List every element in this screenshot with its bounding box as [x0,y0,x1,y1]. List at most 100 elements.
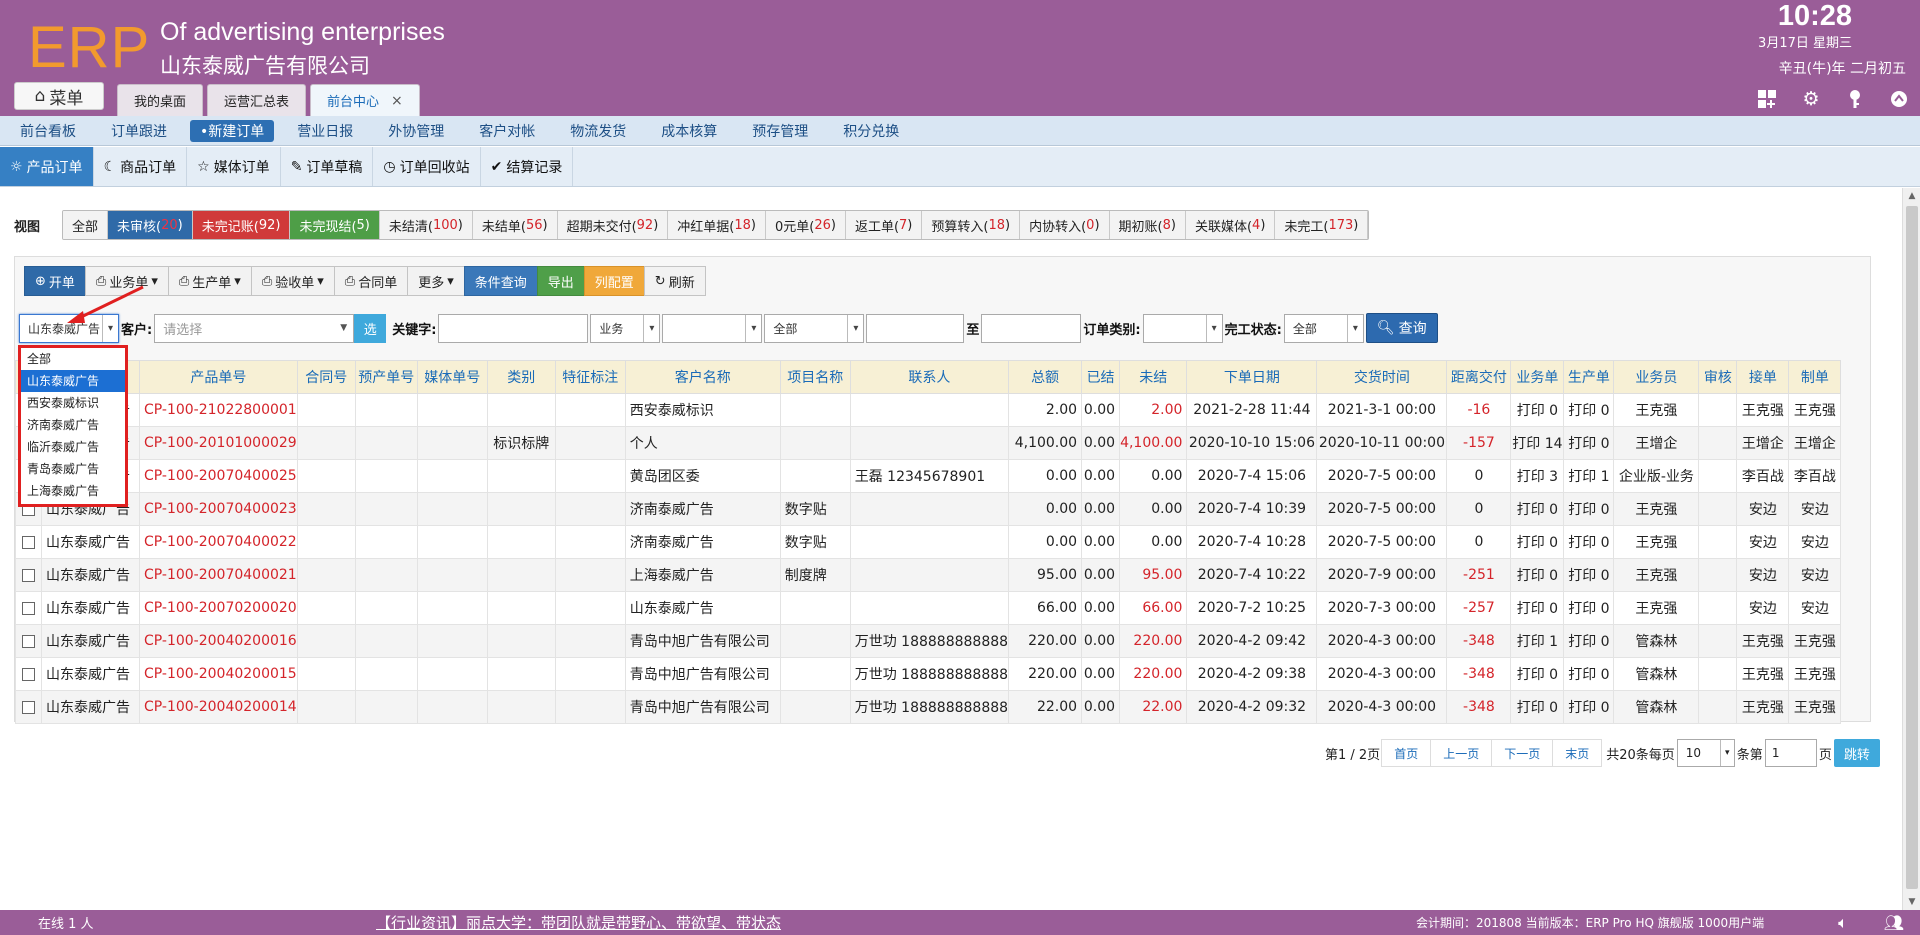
more-button[interactable]: 更多 ▾ [407,266,465,296]
col-media-no[interactable]: 媒体单号 [416,360,488,394]
users-icon[interactable]: 👥︎ [1884,913,1904,933]
table-row[interactable]: 山东泰威广告 CP-100-20070200020 山东泰威广告 66.00 0.00 6… [15,591,1842,625]
first-page-button[interactable]: 首页 [1381,739,1432,767]
scroll-down-icon[interactable]: ▼ [1903,894,1920,910]
row-checkbox[interactable] [22,568,35,582]
nav-prepaid[interactable]: 预存管理 [740,120,820,142]
col-order-date[interactable]: 下单日期 [1186,360,1318,394]
export-button[interactable]: 导出 [536,266,585,296]
speaker-icon[interactable]: 🔈︎ [1838,913,1848,933]
filter-opening[interactable]: 期初账(8) [1109,211,1186,239]
production-doc-button[interactable]: ⎙ 生产单 ▾ [167,266,252,296]
col-contract-no[interactable]: 合同号 [296,360,356,394]
customer-select[interactable]: 请选择 ▼ [154,313,355,343]
dropdown-option[interactable]: 青岛泰威广告 [21,458,125,480]
page-number-input[interactable]: 1 [1764,739,1817,767]
per-page-select[interactable]: 10 ▾ [1676,739,1735,767]
row-product-no[interactable]: CP-100-20070400021 [139,558,298,592]
subnav-recycle-bin[interactable]: ◷ 订单回收站 [373,147,481,186]
filter-incomplete[interactable]: 未完工(173) [1275,211,1369,239]
range-select[interactable]: 全部 ▾ [764,313,865,343]
next-page-button[interactable]: 下一页 [1491,739,1554,767]
filter-unclosed[interactable]: 未结单(56) [472,211,558,239]
row-product-no[interactable]: CP-100-21022800001 [139,393,298,427]
col-production-doc[interactable]: 生产单 [1563,360,1615,394]
row-product-no[interactable]: CP-100-20040200014 [139,690,298,724]
row-product-no[interactable]: CP-100-20070400025 [139,459,298,493]
nav-cost[interactable]: 成本核算 [649,120,729,142]
acceptance-doc-button[interactable]: ⎙ 验收单 ▾ [250,266,335,296]
prev-page-button[interactable]: 上一页 [1430,739,1493,767]
query-button[interactable]: 🔍︎ 查询 [1365,313,1438,343]
nav-new-order[interactable]: •新建订单 [190,119,275,142]
collapse-up-icon[interactable] [1888,88,1910,110]
row-checkbox[interactable] [22,535,35,549]
news-link[interactable]: 【行业资讯】丽点大学：带团队就是带野心、带欲望、带状态 [376,912,781,933]
range-from-input[interactable] [866,313,965,343]
subnav-media-orders[interactable]: ☆ 媒体订单 [187,147,281,186]
col-delivery-date[interactable]: 交货时间 [1316,360,1448,394]
col-paid[interactable]: 已结 [1081,360,1121,394]
row-checkbox[interactable] [22,667,35,681]
nav-daily-report[interactable]: 营业日报 [285,120,365,142]
condition-query-button[interactable]: 条件查询 [463,266,538,296]
col-unpaid[interactable]: 未结 [1119,360,1188,394]
nav-outsourcing[interactable]: 外协管理 [376,120,456,142]
order-type-select[interactable]: ▾ [1142,313,1223,343]
grid-icon[interactable] [1756,88,1778,110]
row-checkbox[interactable] [22,634,35,648]
filter-linked-media[interactable]: 关联媒体(4) [1185,211,1276,239]
nav-dashboard[interactable]: 前台看板 [8,120,88,142]
col-distance[interactable]: 距离交付 [1446,360,1512,394]
type-select[interactable]: 业务 ▾ [590,313,661,343]
table-row[interactable]: 山东泰威广告CP-100-20070400025黄岛团区委王磊 12345678… [15,459,1842,493]
subnav-goods-orders[interactable]: ☾ 商品订单 [94,147,188,186]
tab-ops-summary[interactable]: 运营汇总表 [207,84,307,116]
filter-rework[interactable]: 返工单(7) [845,211,923,239]
col-maker[interactable]: 制单 [1788,360,1842,394]
last-page-button[interactable]: 末页 [1552,739,1603,767]
col-audit[interactable]: 审核 [1698,360,1738,394]
filter-uncashed[interactable]: 未完现结(5) [290,211,380,239]
table-row[interactable]: 山东泰威广告CP-100-21022800001西安泰威标识2.000.002.… [15,393,1842,427]
col-business-doc[interactable]: 业务单 [1510,360,1565,394]
table-row[interactable]: 山东泰威广告 CP-100-20040200015 青岛中旭广告有限公司 万世功 18… [15,657,1842,691]
row-product-no[interactable]: CP-100-20040200015 [139,657,298,691]
filter-unaudited[interactable]: 未审核(20) [108,211,193,239]
col-salesperson[interactable]: 业务员 [1613,360,1700,394]
row-product-no[interactable]: CP-100-20070400023 [139,492,298,526]
key-icon[interactable] [1844,88,1866,110]
column-config-button[interactable]: 列配置 [583,266,645,296]
dropdown-option[interactable]: 上海泰威广告 [21,480,125,502]
dropdown-option[interactable]: 济南泰威广告 [21,414,125,436]
col-receiver[interactable]: 接单 [1736,360,1790,394]
col-product-no[interactable]: 产品单号 [139,360,298,394]
tab-desktop[interactable]: 我的桌面 [117,84,204,116]
field-select[interactable]: ▾ [662,313,763,343]
col-pre-no[interactable]: 预产单号 [354,360,418,394]
col-feature[interactable]: 特征标注 [554,360,626,394]
nav-points[interactable]: 积分兑换 [831,120,911,142]
filter-reversal[interactable]: 冲红单据(18) [668,211,766,239]
col-category[interactable]: 类别 [486,360,556,394]
tab-front-center[interactable]: 前台中心 × [310,84,420,116]
filter-unsettled[interactable]: 未结清(100) [379,211,473,239]
filter-overdue[interactable]: 超期未交付(92) [557,211,669,239]
contract-doc-button[interactable]: ⎙ 合同单 [333,266,409,296]
subnav-drafts[interactable]: ✎ 订单草稿 [281,147,374,186]
row-product-no[interactable]: CP-100-20070400022 [139,525,298,559]
table-row[interactable]: 山东泰威广告 CP-100-20070400023 济南泰威广告 数字贴 0.00 0.0… [15,492,1842,526]
row-product-no[interactable]: CP-100-20070200020 [139,591,298,625]
subnav-settlement[interactable]: ✔ 结算记录 [481,147,574,186]
range-to-input[interactable] [981,313,1082,343]
table-row[interactable]: 山东泰威广告 CP-100-20070400021 上海泰威广告 制度牌 95.00 0.… [15,558,1842,592]
table-row[interactable]: 山东泰威广告CP-100-20101000029标识标牌个人4,100.000.… [15,426,1842,460]
dropdown-option[interactable]: 西安泰威标识 [21,392,125,414]
close-icon[interactable]: × [391,93,403,109]
filter-budget-in[interactable]: 预算转入(18) [922,211,1021,239]
dropdown-option[interactable]: 临沂泰威广告 [21,436,125,458]
table-row[interactable]: 山东泰威广告 CP-100-20070400022 济南泰威广告 数字贴 0.00 0.0… [15,525,1842,559]
done-status-select[interactable]: 全部 ▾ [1283,313,1364,343]
scroll-up-icon[interactable]: ▲ [1903,188,1920,204]
subnav-product-orders[interactable]: ☼ 产品订单 [0,147,94,186]
